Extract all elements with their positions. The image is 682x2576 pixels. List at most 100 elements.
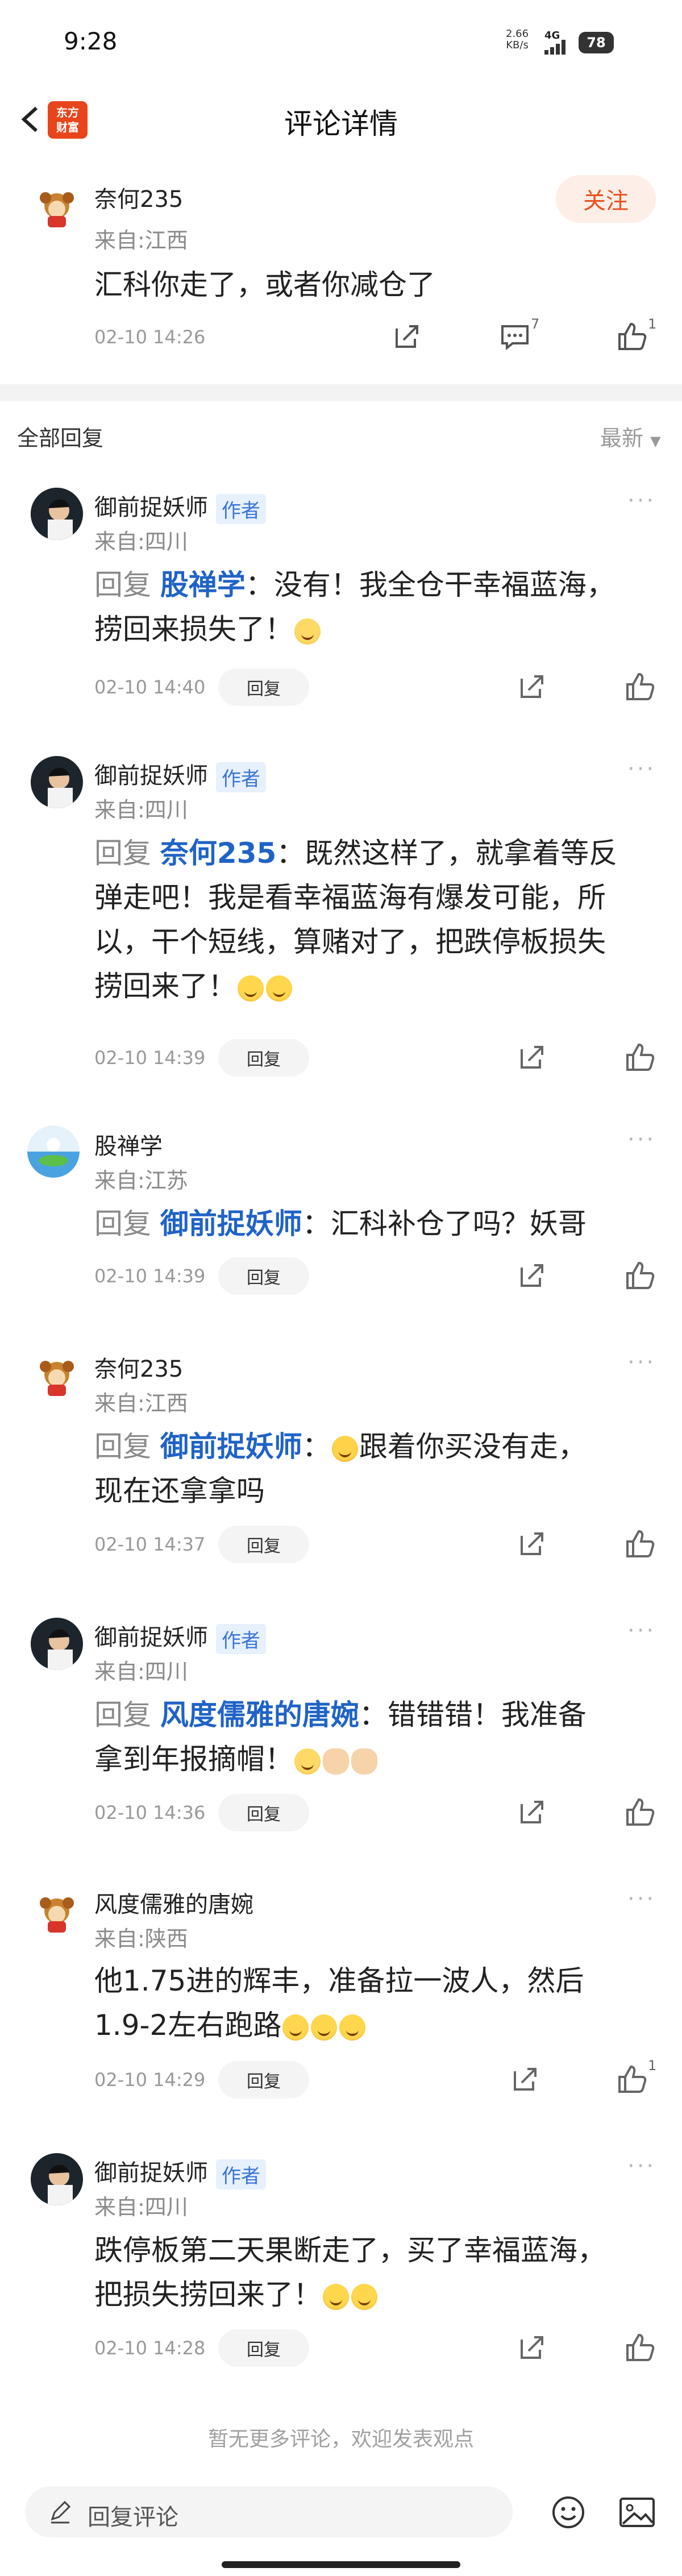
like-icon[interactable] [623,1795,657,1829]
reply-input-placeholder: 回复评论 [88,2504,178,2531]
follow-button[interactable]: 关注 [556,175,656,223]
reply-author[interactable]: 奈何235 [94,1351,183,1383]
comment-author[interactable]: 奈何235 [94,181,183,214]
author-badge: 作者 [216,2159,266,2189]
home-indicator [222,2561,460,2568]
reply-line: ： [302,1430,331,1463]
shy-emoji-icon [294,618,321,645]
reply-author[interactable]: 御前捉妖师 作者 [94,757,266,792]
like-icon[interactable] [623,2330,657,2365]
reply-author[interactable]: 御前捉妖师 作者 [94,489,266,524]
reply-line: 弹走吧！我是看幸福蓝海有爆发可能，所 [94,881,606,914]
image-icon [619,2498,655,2527]
reply-button[interactable]: 回复 [218,668,309,706]
reply-target-link[interactable]: 御前捉妖师 [160,1430,302,1463]
reply-location: 来自:四川 [94,1659,188,1684]
share-icon[interactable] [515,670,549,704]
reply-author-name: 御前捉妖师 [94,1624,208,1651]
reply-target-link[interactable]: 奈何235 [160,837,276,870]
share-icon[interactable] [508,2062,542,2096]
more-options-icon[interactable]: ··· [627,1886,656,1912]
reply-line: 捞回来损失了！ [94,613,293,646]
handshake-emoji-icon [323,1748,349,1775]
avatar[interactable] [27,1125,80,1178]
image-button[interactable] [617,2493,657,2532]
speed-value: 2.66 [506,28,529,40]
section-divider [0,384,682,401]
reply-button[interactable]: 回复 [218,2061,309,2099]
reply-button[interactable]: 回复 [218,1794,309,1831]
avatar[interactable] [31,1618,83,1670]
reply-time: 02-10 14:28 [94,2337,206,2359]
reply-button[interactable]: 回复 [218,1257,309,1295]
reply-time: 02-10 14:29 [94,2069,206,2091]
reply-line: ：既然这样了，就拿着等反 [276,837,618,870]
more-options-icon[interactable]: ··· [627,1127,656,1153]
network-speed: 2.66 KB/s [506,28,529,51]
share-icon[interactable] [515,1258,549,1293]
smiley-icon [552,2496,584,2528]
like-icon[interactable] [623,1258,657,1293]
reply-target-link[interactable]: 风度儒雅的唐婉 [160,1698,359,1731]
reply-text: 他1.75进的辉丰，准备拉一波人，然后 1.9-2左右跑路 [94,1959,668,2047]
more-options-icon[interactable]: ··· [627,1349,656,1376]
like-icon[interactable] [615,2062,649,2096]
avatar[interactable] [31,181,83,233]
like-icon[interactable] [615,319,649,354]
comment-icon[interactable] [498,319,532,354]
avatar[interactable] [31,2153,83,2205]
reply-button[interactable]: 回复 [218,1039,309,1077]
reply-line: ：没有！我全仓干幸福蓝海， [245,568,615,601]
emoji-button[interactable] [549,2493,588,2532]
share-icon[interactable] [515,2330,549,2365]
comment-count: 7 [531,316,540,332]
reply-author[interactable]: 御前捉妖师 作者 [94,2154,266,2189]
more-options-icon[interactable]: ··· [627,756,656,782]
reply-target-link[interactable]: 股禅学 [160,568,246,601]
like-icon[interactable] [623,670,657,704]
like-icon[interactable] [623,1527,657,1561]
reply-location: 来自:四川 [94,2195,188,2220]
reply-target-link[interactable]: 御前捉妖师 [160,1207,302,1240]
share-icon[interactable] [515,1527,549,1561]
comment-time: 02-10 14:26 [94,326,206,348]
share-icon[interactable] [515,1795,549,1829]
avatar[interactable] [31,756,83,808]
status-time: 9:28 [64,27,118,55]
reply-button[interactable]: 回复 [218,2329,309,2367]
avatar[interactable] [31,488,83,540]
laugh-cry-emoji-icon [339,2014,366,2041]
reply-author[interactable]: 风度儒雅的唐婉 [94,1886,253,1919]
avatar[interactable] [31,1349,83,1402]
reply-line: 1.9-2左右跑路 [94,2009,282,2042]
reply-button[interactable]: 回复 [218,1526,309,1563]
laugh-cry-emoji-icon [282,2014,309,2041]
reply-line: 以，干个短线，算赌对了，把跌停板损失 [94,925,606,958]
reply-location: 来自:四川 [94,797,188,822]
like-count: 1 [648,2058,657,2074]
reply-line: 拿到年报摘帽！ [94,1743,293,1776]
more-options-icon[interactable]: ··· [627,488,656,514]
reply-line: ：汇科补仓了吗？妖哥 [302,1207,587,1240]
reply-location: 来自:江苏 [94,1168,188,1193]
reply-location: 来自:陕西 [94,1926,188,1951]
sort-dropdown[interactable]: 最新 ▼ [600,421,661,452]
author-badge: 作者 [216,493,266,524]
reply-author[interactable]: 御前捉妖师 作者 [94,1619,266,1654]
more-options-icon[interactable]: ··· [627,1618,656,1644]
reply-location: 来自:四川 [94,529,188,554]
like-icon[interactable] [623,1040,657,1074]
reply-author-name: 股禅学 [94,1133,163,1160]
reply-text: 回复 奈何235：既然这样了，就拿着等反 弹走吧！我是看幸福蓝海有爆发可能，所 … [94,831,668,1008]
shy-emoji-icon [294,1748,321,1775]
reply-location: 来自:江西 [94,1391,188,1416]
more-options-icon[interactable]: ··· [627,2153,656,2179]
reply-prefix: 回复 [94,1698,160,1731]
author-badge: 作者 [216,762,266,792]
reply-text: 回复 御前捉妖师：汇科补仓了吗？妖哥 [94,1202,668,1246]
share-icon[interactable] [390,319,424,354]
avatar[interactable] [31,1886,83,1938]
reply-author[interactable]: 股禅学 [94,1128,163,1161]
laugh-cry-emoji-icon [266,975,292,1002]
share-icon[interactable] [515,1040,549,1074]
